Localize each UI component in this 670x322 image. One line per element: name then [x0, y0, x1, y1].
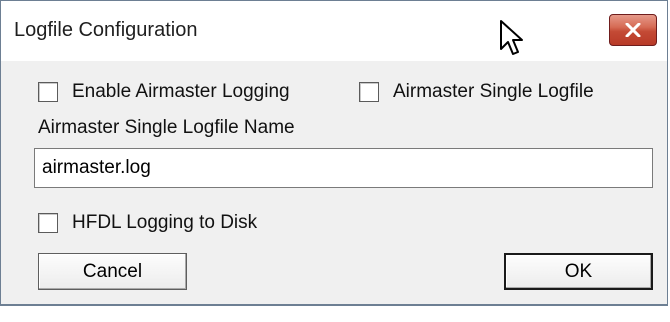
titlebar: Logfile Configuration	[1, 1, 667, 61]
airmaster-single-logfile-label: Airmaster Single Logfile	[393, 81, 594, 102]
checkbox-box[interactable]	[38, 82, 58, 102]
close-button[interactable]	[609, 14, 657, 46]
ok-button[interactable]: OK	[504, 253, 653, 290]
logfile-name-input[interactable]	[34, 148, 653, 188]
hfdl-logging-label: HFDL Logging to Disk	[72, 212, 258, 233]
logfile-configuration-dialog: Logfile Configuration Enable Airmaster L…	[0, 0, 668, 306]
enable-airmaster-logging-label: Enable Airmaster Logging	[72, 81, 290, 102]
close-icon	[625, 23, 641, 37]
mouse-cursor-icon	[499, 19, 527, 59]
cancel-button[interactable]: Cancel	[38, 253, 187, 290]
checkbox-box[interactable]	[38, 213, 58, 233]
hfdl-logging-checkbox[interactable]: HFDL Logging to Disk	[38, 212, 257, 234]
checkbox-box[interactable]	[359, 82, 379, 102]
logfile-name-label: Airmaster Single Logfile Name	[38, 117, 295, 138]
enable-airmaster-logging-checkbox[interactable]: Enable Airmaster Logging	[38, 81, 290, 103]
airmaster-single-logfile-checkbox[interactable]: Airmaster Single Logfile	[359, 81, 594, 103]
window-title: Logfile Configuration	[14, 19, 198, 41]
